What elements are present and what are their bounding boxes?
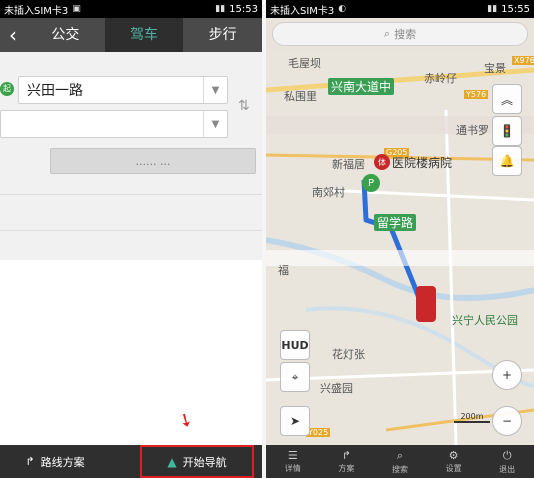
map-place-label: 兴宁人民公园 — [452, 314, 518, 327]
power-icon: ⏻ — [502, 448, 512, 462]
hud-button[interactable]: HUD — [280, 330, 310, 360]
map-view[interactable]: 毛屋坝 兴南大道中 私围里 赤岭仔 宝景 X976 Y576 通书罗 新福居 G… — [266, 50, 534, 445]
search-placeholder: 搜索 — [394, 28, 417, 41]
divider — [0, 230, 262, 231]
map-place-label: 花灯张 — [332, 348, 365, 361]
plan-button[interactable]: ↱ 方案 — [320, 445, 374, 478]
empty-area — [0, 260, 262, 445]
route-plan-button[interactable]: ↱ 路线方案 — [0, 445, 110, 478]
start-navigation-button[interactable]: ▲ 开始导航 — [140, 445, 254, 478]
back-icon[interactable]: ‹ — [0, 23, 26, 47]
search-icon: ⌕ — [383, 27, 391, 40]
divider — [0, 194, 262, 195]
notification-icon: ◐ — [338, 4, 347, 14]
mode-tabbar: ‹ 公交 驾车 步行 — [0, 18, 262, 52]
tab-drive[interactable]: 驾车 — [104, 18, 184, 52]
left-screen: 未插入SIM卡3 ▣ ▮▮ 15:53 ‹ 公交 驾车 步行 起 兴田一路 ▼ … — [0, 0, 262, 478]
settings-label: 设置 — [445, 464, 462, 473]
parking-icon: P — [362, 174, 380, 192]
map-poi-label: 医院楼病院 — [392, 156, 453, 170]
plan-button[interactable]: ...... ... — [50, 148, 256, 174]
gear-icon: ⚙ — [448, 449, 459, 462]
exit-button[interactable]: ⏻ 退出 — [480, 445, 534, 478]
status-time: 15:53 — [229, 3, 258, 15]
signal-icon: ▮▮ — [487, 4, 498, 14]
chevron-down-icon[interactable]: ▼ — [203, 111, 227, 137]
traffic-light-icon[interactable]: 🚦 — [492, 116, 522, 146]
highway-tag: X976 — [512, 56, 534, 65]
map-road-label: 留学路 — [374, 214, 417, 231]
status-bar: 未插入SIM卡3 ◐ ▮▮ 15:55 — [266, 0, 534, 18]
tab-walk[interactable]: 步行 — [183, 18, 262, 52]
tab-bus[interactable]: 公交 — [26, 18, 105, 52]
bottom-bar: ↱ 路线方案 ▲ 开始导航 — [0, 445, 262, 478]
search-input[interactable]: ⌕ 搜索 — [272, 22, 528, 46]
highway-tag: Y576 — [464, 90, 489, 99]
carrier-label: 未插入SIM卡3 — [4, 5, 69, 17]
locate-arrow-icon[interactable]: ➤ — [280, 406, 310, 436]
details-label: 详情 — [284, 464, 301, 473]
map-place-label: 通书罗 — [456, 124, 489, 137]
map-place-label: 宝景 — [484, 62, 506, 75]
map-place-label: 新福居 — [332, 158, 365, 171]
chevron-down-icon[interactable]: ▼ — [203, 77, 227, 103]
bottom-bar: ☰ 详情 ↱ 方案 ⌕ 搜索 ⚙ 设置 ⏻ 退出 — [266, 445, 534, 478]
hospital-badge-icon: 体 — [374, 154, 390, 170]
start-input-value: 兴田一路 — [27, 83, 83, 99]
start-navigation-label: 开始导航 — [182, 455, 227, 469]
zoom-out-button[interactable]: − — [492, 406, 522, 436]
status-time: 15:55 — [501, 3, 530, 15]
map-place-label: 赤岭仔 — [424, 72, 457, 85]
swap-icon[interactable]: ⇅ — [238, 98, 250, 114]
start-marker-icon: 起 — [0, 82, 14, 96]
navigation-arrow-icon: ▲ — [167, 454, 177, 469]
map-scale: 200m — [454, 412, 490, 423]
route-form: 起 兴田一路 ▼ ⇅ ▼ ...... ... — [0, 52, 262, 260]
location-pin-icon[interactable]: ⌖ — [280, 362, 310, 392]
notification-icon: ▣ — [72, 4, 81, 14]
map-road-label: 兴南大道中 — [328, 78, 395, 95]
search-icon: ⌕ — [396, 448, 404, 462]
map-place-label: 南郊村 — [312, 186, 345, 199]
settings-button[interactable]: ⚙ 设置 — [427, 445, 481, 478]
zoom-in-button[interactable]: + — [492, 360, 522, 390]
list-icon: ☰ — [287, 449, 298, 462]
map-place-label: 私围里 — [284, 90, 317, 103]
compass-icon[interactable]: ︽ — [492, 84, 522, 114]
end-input[interactable]: ▼ — [0, 110, 228, 138]
signal-icon: ▮▮ — [215, 4, 226, 14]
route-plan-label: 路线方案 — [40, 455, 85, 469]
status-bar: 未插入SIM卡3 ▣ ▮▮ 15:53 — [0, 0, 262, 18]
plan-label: 方案 — [338, 464, 355, 473]
carrier-label: 未插入SIM卡3 — [270, 5, 335, 17]
details-button[interactable]: ☰ 详情 — [266, 445, 320, 478]
search-button[interactable]: ⌕ 搜索 — [373, 445, 427, 478]
bell-icon[interactable]: 🔔 — [492, 146, 522, 176]
start-input[interactable]: 兴田一路 ▼ — [18, 76, 228, 104]
exit-label: 退出 — [499, 464, 516, 474]
map-place-label: 兴盛园 — [320, 382, 353, 395]
map-place-label: 毛屋坝 — [288, 57, 321, 70]
search-label: 搜索 — [391, 464, 408, 474]
map-place-label: 福 — [278, 264, 289, 277]
route-icon: ↱ — [25, 455, 35, 468]
right-screen: 未插入SIM卡3 ◐ ▮▮ 15:55 ⌕ 搜索 毛屋坝 兴南大道中 私围里 赤… — [266, 0, 534, 478]
route-icon: ↱ — [341, 449, 351, 462]
